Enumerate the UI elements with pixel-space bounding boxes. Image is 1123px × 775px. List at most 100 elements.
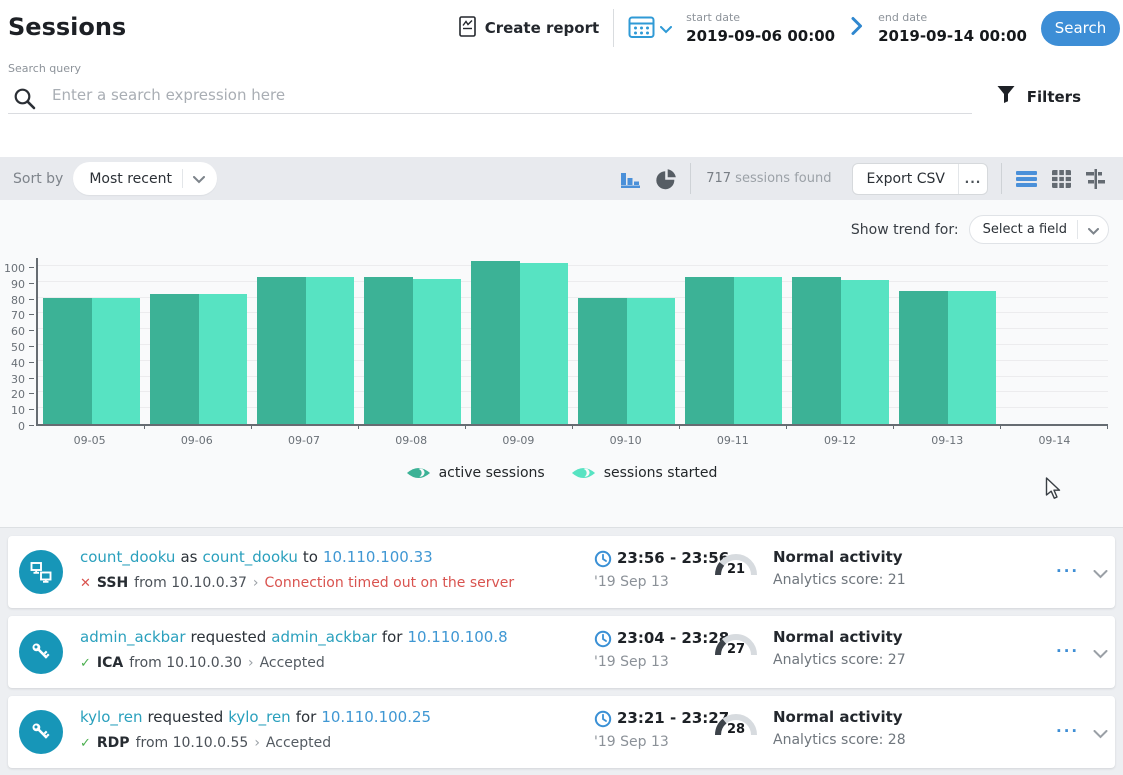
y-tick-label: 50 [11, 341, 25, 354]
activity-score: Analytics score: 27 [773, 652, 906, 668]
create-report-button[interactable]: Create report [459, 16, 599, 41]
x-tick-mark [893, 424, 894, 429]
chevron-down-icon [1088, 220, 1099, 239]
session-details: ✓ICAfrom 10.10.0.30›Accepted [80, 655, 331, 671]
search-input[interactable] [52, 86, 932, 104]
session-account-link[interactable]: admin_ackbar [271, 628, 377, 646]
chart-bar [841, 280, 889, 424]
row-more-button[interactable]: ... [1056, 638, 1079, 656]
start-date-field[interactable]: start date 2019-09-06 00:00 [686, 11, 835, 45]
chart-x-axis: 09-0509-0609-0709-0809-0909-1009-1109-12… [36, 426, 1108, 447]
chart-section: Show trend for: Select a field 010203040… [0, 200, 1123, 528]
legend-item-active-sessions[interactable]: active sessions [406, 465, 545, 481]
bar-group-09-05 [38, 298, 145, 424]
session-time-range: 23:21 - 23:27 [617, 709, 729, 727]
sessions-found-count: 717 sessions found [706, 171, 831, 186]
session-user-link[interactable]: count_dooku [80, 548, 175, 566]
chart-bar [471, 261, 519, 424]
x-tick-label: 09-10 [572, 434, 679, 447]
eye-icon [571, 465, 596, 481]
export-more-button[interactable]: ... [959, 164, 987, 194]
report-icon [459, 16, 476, 41]
legend-item-sessions-started[interactable]: sessions started [571, 465, 718, 481]
search-underline [8, 113, 972, 114]
row-expand-chevron[interactable] [1093, 564, 1108, 583]
table-view-icon[interactable] [1051, 169, 1072, 189]
legend-label: sessions started [604, 465, 718, 481]
activity-score: Analytics score: 21 [773, 572, 906, 588]
list-view-icon[interactable] [1015, 170, 1038, 188]
key-icon [19, 630, 63, 674]
chart-bar [734, 277, 782, 424]
chart-bar [792, 277, 840, 424]
filters-button[interactable]: Filters [996, 85, 1081, 108]
x-tick-label: 09-11 [679, 434, 786, 447]
session-list: count_dookuascount_dookuto10.110.100.33 … [0, 528, 1123, 775]
y-tick-mark [29, 330, 34, 331]
x-tick-mark [251, 424, 252, 429]
chart-bar [899, 291, 947, 424]
chart-bar [43, 298, 91, 424]
row-expand-chevron[interactable] [1093, 644, 1108, 663]
bar-group-09-07 [252, 277, 359, 424]
flow-view-icon[interactable] [1085, 168, 1106, 190]
chart-bar [685, 277, 733, 424]
clock-icon [594, 550, 612, 572]
x-tick-mark [358, 424, 359, 429]
session-user-link[interactable]: kylo_ren [80, 708, 142, 726]
export-csv-button[interactable]: Export CSV [853, 164, 958, 194]
header-actions: Create report start date 2019-09-06 00:0… [459, 0, 1120, 56]
search-button[interactable]: Search [1041, 11, 1120, 46]
chart-bar [92, 298, 140, 424]
page-title: Sessions [8, 13, 126, 41]
activity-title: Normal activity [773, 548, 906, 566]
x-tick-label: 09-07 [250, 434, 357, 447]
y-tick-label: 80 [11, 294, 25, 307]
session-card[interactable]: count_dookuascount_dookuto10.110.100.33 … [8, 536, 1115, 608]
bar-group-09-11 [680, 277, 787, 424]
y-tick-mark [29, 378, 34, 379]
chart-bar [199, 294, 247, 424]
bar-group-09-08 [359, 277, 466, 424]
sessions-trend-chart: 0102030405060708090100 09-0509-0609-0709… [0, 258, 1123, 481]
session-user-link[interactable]: admin_ackbar [80, 628, 186, 646]
session-card[interactable]: admin_ackbarrequestedadmin_ackbarfor10.1… [8, 616, 1115, 688]
y-tick-mark [29, 299, 34, 300]
row-more-button[interactable]: ... [1056, 558, 1079, 576]
chart-legend: active sessions sessions started [0, 465, 1123, 481]
session-account-link[interactable]: kylo_ren [228, 708, 290, 726]
x-tick-mark [1000, 424, 1001, 429]
header: Sessions Create report start date 2019-0… [0, 0, 1123, 56]
x-tick-label: 09-13 [894, 434, 1001, 447]
status-icon: ✕ [80, 576, 91, 591]
session-date: '19 Sep 13 [594, 574, 669, 590]
session-verdict: Connection timed out on the server [265, 575, 515, 591]
chart-plot [36, 258, 1108, 426]
calendar-picker-button[interactable] [628, 14, 672, 43]
chevron-down-icon [193, 169, 205, 188]
chevron-down-icon [660, 19, 672, 38]
sort-select[interactable]: Most recent [73, 162, 217, 195]
activity-title: Normal activity [773, 628, 906, 646]
pie-chart-view-icon[interactable] [655, 168, 677, 190]
y-tick-label: 100 [4, 262, 25, 275]
session-target-link[interactable]: 10.110.100.8 [407, 628, 507, 646]
bar-group-09-06 [145, 294, 252, 424]
session-account-link[interactable]: count_dooku [202, 548, 297, 566]
end-date-field[interactable]: end date 2019-09-14 00:00 [878, 11, 1027, 45]
arrow-separator: › [253, 575, 259, 591]
row-expand-chevron[interactable] [1093, 724, 1108, 743]
bar-group-09-10 [573, 298, 680, 424]
session-target-link[interactable]: 10.110.100.25 [321, 708, 431, 726]
y-tick-mark [29, 393, 34, 394]
sort-select-value: Most recent [89, 171, 172, 187]
session-target-link[interactable]: 10.110.100.33 [323, 548, 433, 566]
chart-bar [578, 298, 626, 424]
row-more-button[interactable]: ... [1056, 718, 1079, 736]
session-card[interactable]: kylo_renrequestedkylo_renfor10.110.100.2… [8, 696, 1115, 768]
bar-chart-view-icon[interactable] [620, 169, 642, 189]
trend-field-select[interactable]: Select a field [969, 215, 1109, 244]
trend-field-value: Select a field [983, 222, 1067, 237]
session-date: '19 Sep 13 [594, 654, 669, 670]
score-value: 28 [714, 722, 758, 737]
